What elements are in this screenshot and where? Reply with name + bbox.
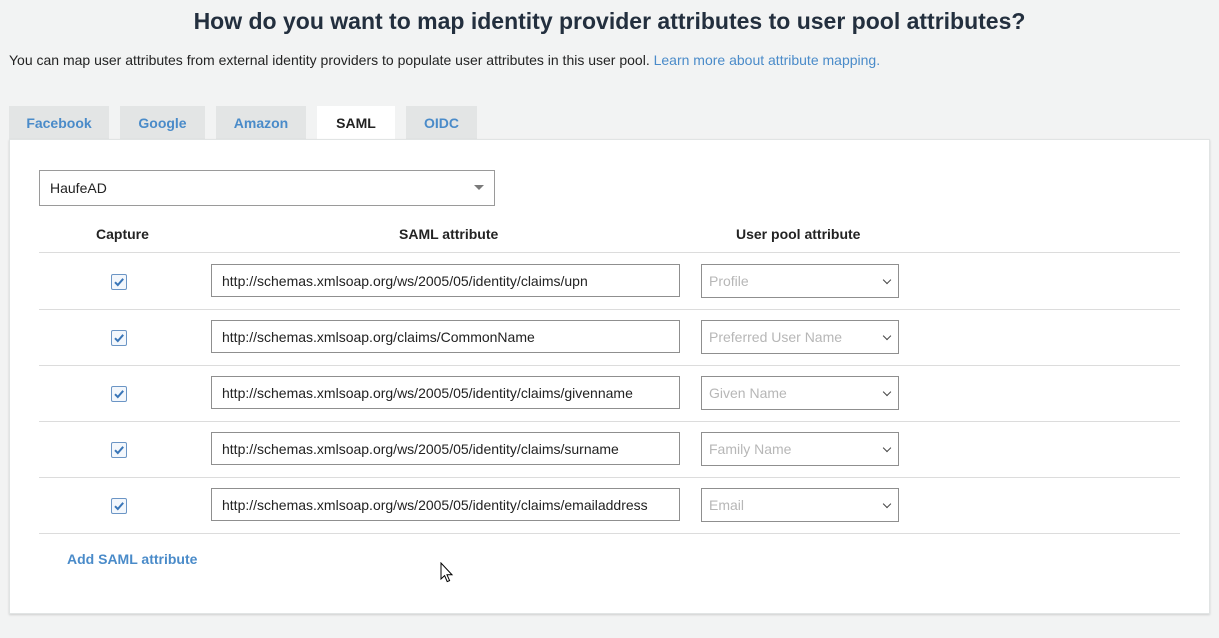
identity-provider-value: HaufeAD [50, 180, 107, 196]
user-pool-attribute-value: Preferred User Name [709, 329, 843, 345]
checkmark-icon [114, 390, 124, 399]
capture-checkbox[interactable] [111, 274, 127, 290]
capture-checkbox[interactable] [111, 330, 127, 346]
tab-oidc[interactable]: OIDC [406, 106, 477, 139]
user-pool-attribute-select[interactable]: Profile [701, 264, 899, 298]
user-pool-attribute-value: Given Name [709, 385, 787, 401]
user-pool-attribute-value: Email [709, 497, 745, 513]
chevron-down-icon [882, 387, 892, 397]
chevron-down-icon [882, 275, 892, 285]
checkmark-icon [114, 334, 124, 343]
tab-google[interactable]: Google [120, 106, 205, 139]
add-saml-attribute-link[interactable]: Add SAML attribute [67, 551, 197, 567]
column-header-saml-attribute: SAML attribute [399, 226, 499, 242]
identity-provider-select[interactable]: HaufeAD [39, 170, 495, 206]
user-pool-attribute-select[interactable]: Given Name [701, 376, 899, 410]
learn-more-link[interactable]: Learn more about attribute mapping. [654, 52, 880, 68]
table-row: Family Name [39, 421, 1180, 477]
caret-down-icon [474, 185, 484, 190]
column-header-user-pool-attribute: User pool attribute [736, 226, 861, 242]
chevron-down-icon [882, 499, 892, 509]
table-divider [39, 533, 1180, 534]
capture-checkbox[interactable] [111, 498, 127, 514]
saml-attribute-input[interactable] [211, 376, 680, 409]
chevron-down-icon [882, 443, 892, 453]
intro-description: You can map user attributes from externa… [9, 52, 654, 68]
page-title: How do you want to map identity provider… [193, 8, 1026, 34]
user-pool-attribute-select[interactable]: Family Name [701, 432, 899, 466]
saml-attribute-input[interactable] [211, 320, 680, 353]
tab-saml[interactable]: SAML [317, 106, 395, 140]
tab-amazon[interactable]: Amazon [216, 106, 306, 139]
table-row: Email [39, 477, 1180, 533]
table-row: Preferred User Name [39, 309, 1180, 365]
saml-attribute-input[interactable] [211, 264, 680, 297]
user-pool-attribute-value: Profile [709, 273, 749, 289]
saml-attribute-input[interactable] [211, 432, 680, 465]
checkmark-icon [114, 278, 124, 287]
user-pool-attribute-select[interactable]: Email [701, 488, 899, 522]
intro-text: You can map user attributes from externa… [9, 52, 880, 68]
chevron-down-icon [882, 331, 892, 341]
provider-tabs: Facebook Google Amazon SAML OIDC [9, 106, 488, 140]
table-row: Profile [39, 253, 1180, 309]
checkmark-icon [114, 502, 124, 511]
column-header-capture: Capture [96, 226, 149, 242]
user-pool-attribute-value: Family Name [709, 441, 792, 457]
saml-attribute-input[interactable] [211, 488, 680, 521]
tab-facebook[interactable]: Facebook [9, 106, 109, 139]
table-row: Given Name [39, 365, 1180, 421]
mouse-pointer-icon [440, 562, 454, 583]
user-pool-attribute-select[interactable]: Preferred User Name [701, 320, 899, 354]
capture-checkbox[interactable] [111, 442, 127, 458]
capture-checkbox[interactable] [111, 386, 127, 402]
checkmark-icon [114, 446, 124, 455]
mapping-panel: HaufeAD Capture SAML attribute User pool… [9, 139, 1210, 614]
